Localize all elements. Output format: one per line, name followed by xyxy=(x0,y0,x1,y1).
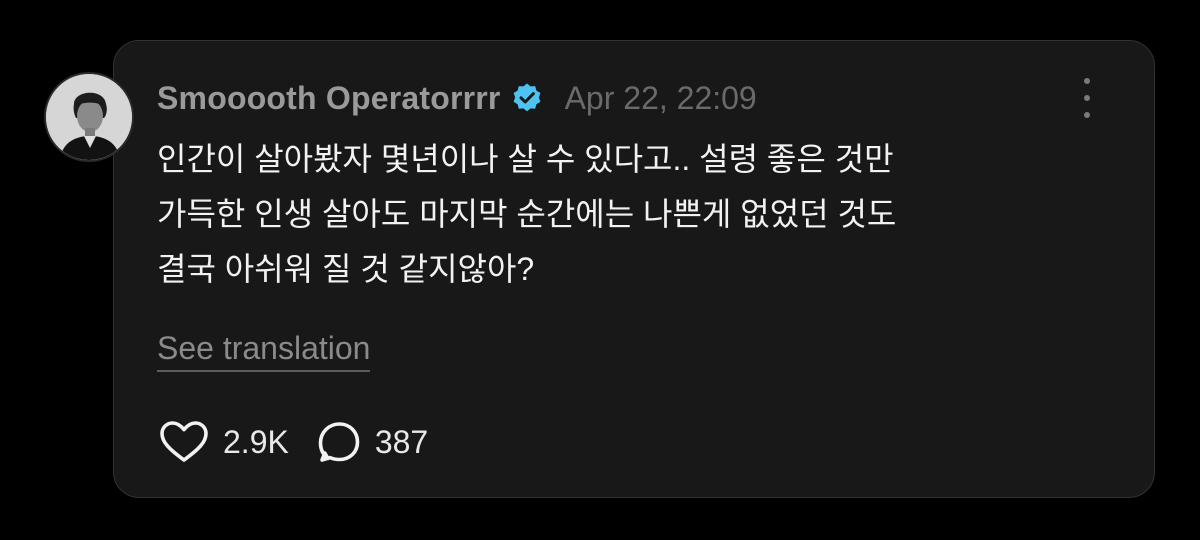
more-vertical-icon-dot xyxy=(1084,95,1090,101)
reply-count: 387 xyxy=(374,423,429,460)
post-actions: 2.9K 387 xyxy=(159,420,428,464)
more-vertical-icon-dot xyxy=(1084,78,1090,84)
post-text: 인간이 살아봤자 몇년이나 살 수 있다고.. 설령 좋은 것만 가득한 인생 … xyxy=(157,132,1117,297)
more-vertical-icon-dot xyxy=(1084,112,1090,118)
speech-bubble-icon xyxy=(318,422,360,462)
post-text-line: 결국 아쉬워 질 것 같지않아? xyxy=(157,251,535,287)
like-count: 2.9K xyxy=(223,423,289,460)
see-translation-link[interactable]: See translation xyxy=(157,328,371,372)
verified-badge-icon xyxy=(511,82,543,114)
reply-button[interactable]: 387 xyxy=(317,420,428,464)
author-username[interactable]: Smooooth Operatorrrr xyxy=(157,80,501,117)
avatar-photo xyxy=(46,74,132,160)
heart-outline-icon xyxy=(160,421,208,462)
post-text-line: 인간이 살아봤자 몇년이나 살 수 있다고.. 설령 좋은 것만 xyxy=(157,141,894,177)
avatar[interactable] xyxy=(44,72,134,162)
post-timestamp[interactable]: Apr 22, 22:09 xyxy=(565,80,757,117)
more-options-button[interactable] xyxy=(1074,78,1100,118)
post-header: Smooooth Operatorrrr Apr 22, 22:09 xyxy=(157,76,757,120)
like-button[interactable]: 2.9K xyxy=(159,420,289,464)
post-text-line: 가득한 인생 살아도 마지막 순간에는 나쁜게 없었던 것도 xyxy=(157,196,897,232)
